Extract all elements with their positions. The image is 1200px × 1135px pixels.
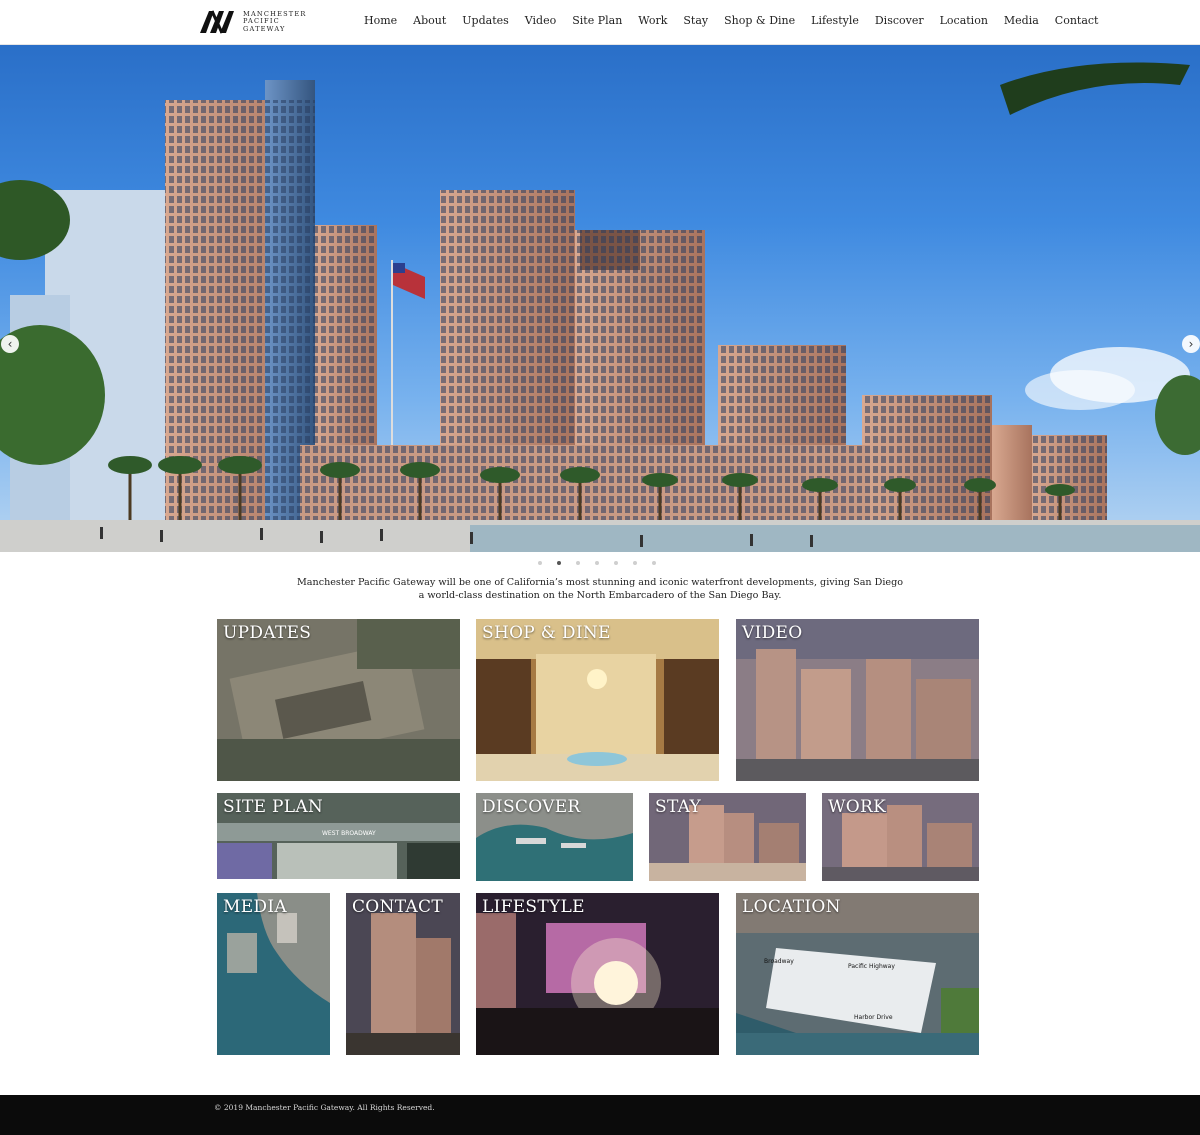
tile-work[interactable]: WORK	[822, 793, 979, 881]
tile-label: WORK	[828, 797, 887, 817]
site-logo[interactable]: Manchester Pacific Gateway	[198, 9, 313, 35]
logo-mark-icon	[200, 10, 234, 34]
tile-label: VIDEO	[742, 623, 803, 643]
tile-label: SITE PLAN	[223, 797, 324, 817]
location-street-label: Pacific Highway	[848, 963, 895, 970]
media-image	[217, 893, 330, 1055]
tile-lifestyle[interactable]: LIFESTYLE	[476, 893, 719, 1055]
logo-line: Gateway	[243, 24, 286, 33]
slider-dot[interactable]	[538, 561, 542, 565]
hero-image	[0, 62, 1200, 552]
site-header: Manchester Pacific Gateway Home About Up…	[0, 0, 1200, 45]
nav-about[interactable]: About	[405, 14, 454, 27]
nav-lifestyle[interactable]: Lifestyle	[803, 14, 867, 27]
hero-slider: ‹ ›	[0, 45, 1200, 552]
slider-dot[interactable]	[633, 561, 637, 565]
contact-image	[346, 893, 460, 1055]
tile-location[interactable]: Broadway Pacific Highway Harbor Drive LO…	[736, 893, 979, 1055]
slider-dot[interactable]	[576, 561, 580, 565]
site-footer: © 2019 Manchester Pacific Gateway. All R…	[0, 1095, 1200, 1135]
tile-label: DISCOVER	[482, 797, 581, 817]
intro-text: Manchester Pacific Gateway will be one o…	[296, 577, 903, 601]
updates-image	[217, 619, 460, 781]
location-street-label: Harbor Drive	[854, 1014, 893, 1021]
nav-contact[interactable]: Contact	[1047, 14, 1107, 27]
nav-media[interactable]: Media	[996, 14, 1047, 27]
tile-shop-dine[interactable]: SHOP & DINE	[476, 619, 719, 781]
location-image: Broadway Pacific Highway Harbor Drive	[736, 893, 979, 1055]
location-street-label: Broadway	[764, 958, 794, 965]
nav-site-plan[interactable]: Site Plan	[564, 14, 630, 27]
tile-label: SHOP & DINE	[482, 623, 611, 643]
slider-dot[interactable]	[595, 561, 599, 565]
tile-video[interactable]: VIDEO	[736, 619, 979, 781]
logo-text: Manchester Pacific Gateway	[243, 10, 307, 34]
chevron-left-icon: ‹	[7, 337, 13, 351]
slider-prev-button[interactable]: ‹	[1, 335, 19, 353]
tile-label: STAY	[655, 797, 702, 817]
tile-label: UPDATES	[223, 623, 312, 643]
video-image	[736, 619, 979, 781]
lifestyle-image	[476, 893, 719, 1055]
tile-label: LOCATION	[742, 897, 841, 917]
nav-video[interactable]: Video	[517, 14, 564, 27]
slider-dot-active[interactable]	[557, 561, 561, 565]
tile-media[interactable]: MEDIA	[217, 893, 330, 1055]
nav-location[interactable]: Location	[932, 14, 996, 27]
copyright-text: © 2019 Manchester Pacific Gateway. All R…	[214, 1103, 435, 1112]
tile-label: CONTACT	[352, 897, 443, 917]
tile-label: MEDIA	[223, 897, 287, 917]
slider-dot[interactable]	[652, 561, 656, 565]
tile-contact[interactable]: CONTACT	[346, 893, 460, 1055]
tile-site-plan[interactable]: WEST BROADWAY SITE PLAN	[217, 793, 460, 879]
slider-next-button[interactable]: ›	[1182, 335, 1200, 353]
nav-home[interactable]: Home	[356, 14, 405, 27]
slider-dots	[538, 561, 671, 565]
nav-discover[interactable]: Discover	[867, 14, 932, 27]
nav-stay[interactable]: Stay	[675, 14, 716, 27]
nav-work[interactable]: Work	[630, 14, 675, 27]
nav-updates[interactable]: Updates	[454, 14, 517, 27]
chevron-right-icon: ›	[1188, 337, 1194, 351]
site-plan-street-label: WEST BROADWAY	[322, 830, 376, 837]
main-nav: Home About Updates Video Site Plan Work …	[356, 0, 1106, 40]
shop-dine-image	[476, 619, 719, 781]
nav-shop-dine[interactable]: Shop & Dine	[716, 14, 803, 27]
slider-dot[interactable]	[614, 561, 618, 565]
tile-label: LIFESTYLE	[482, 897, 585, 917]
tile-updates[interactable]: UPDATES	[217, 619, 460, 781]
tile-stay[interactable]: STAY	[649, 793, 806, 881]
tile-discover[interactable]: DISCOVER	[476, 793, 633, 881]
